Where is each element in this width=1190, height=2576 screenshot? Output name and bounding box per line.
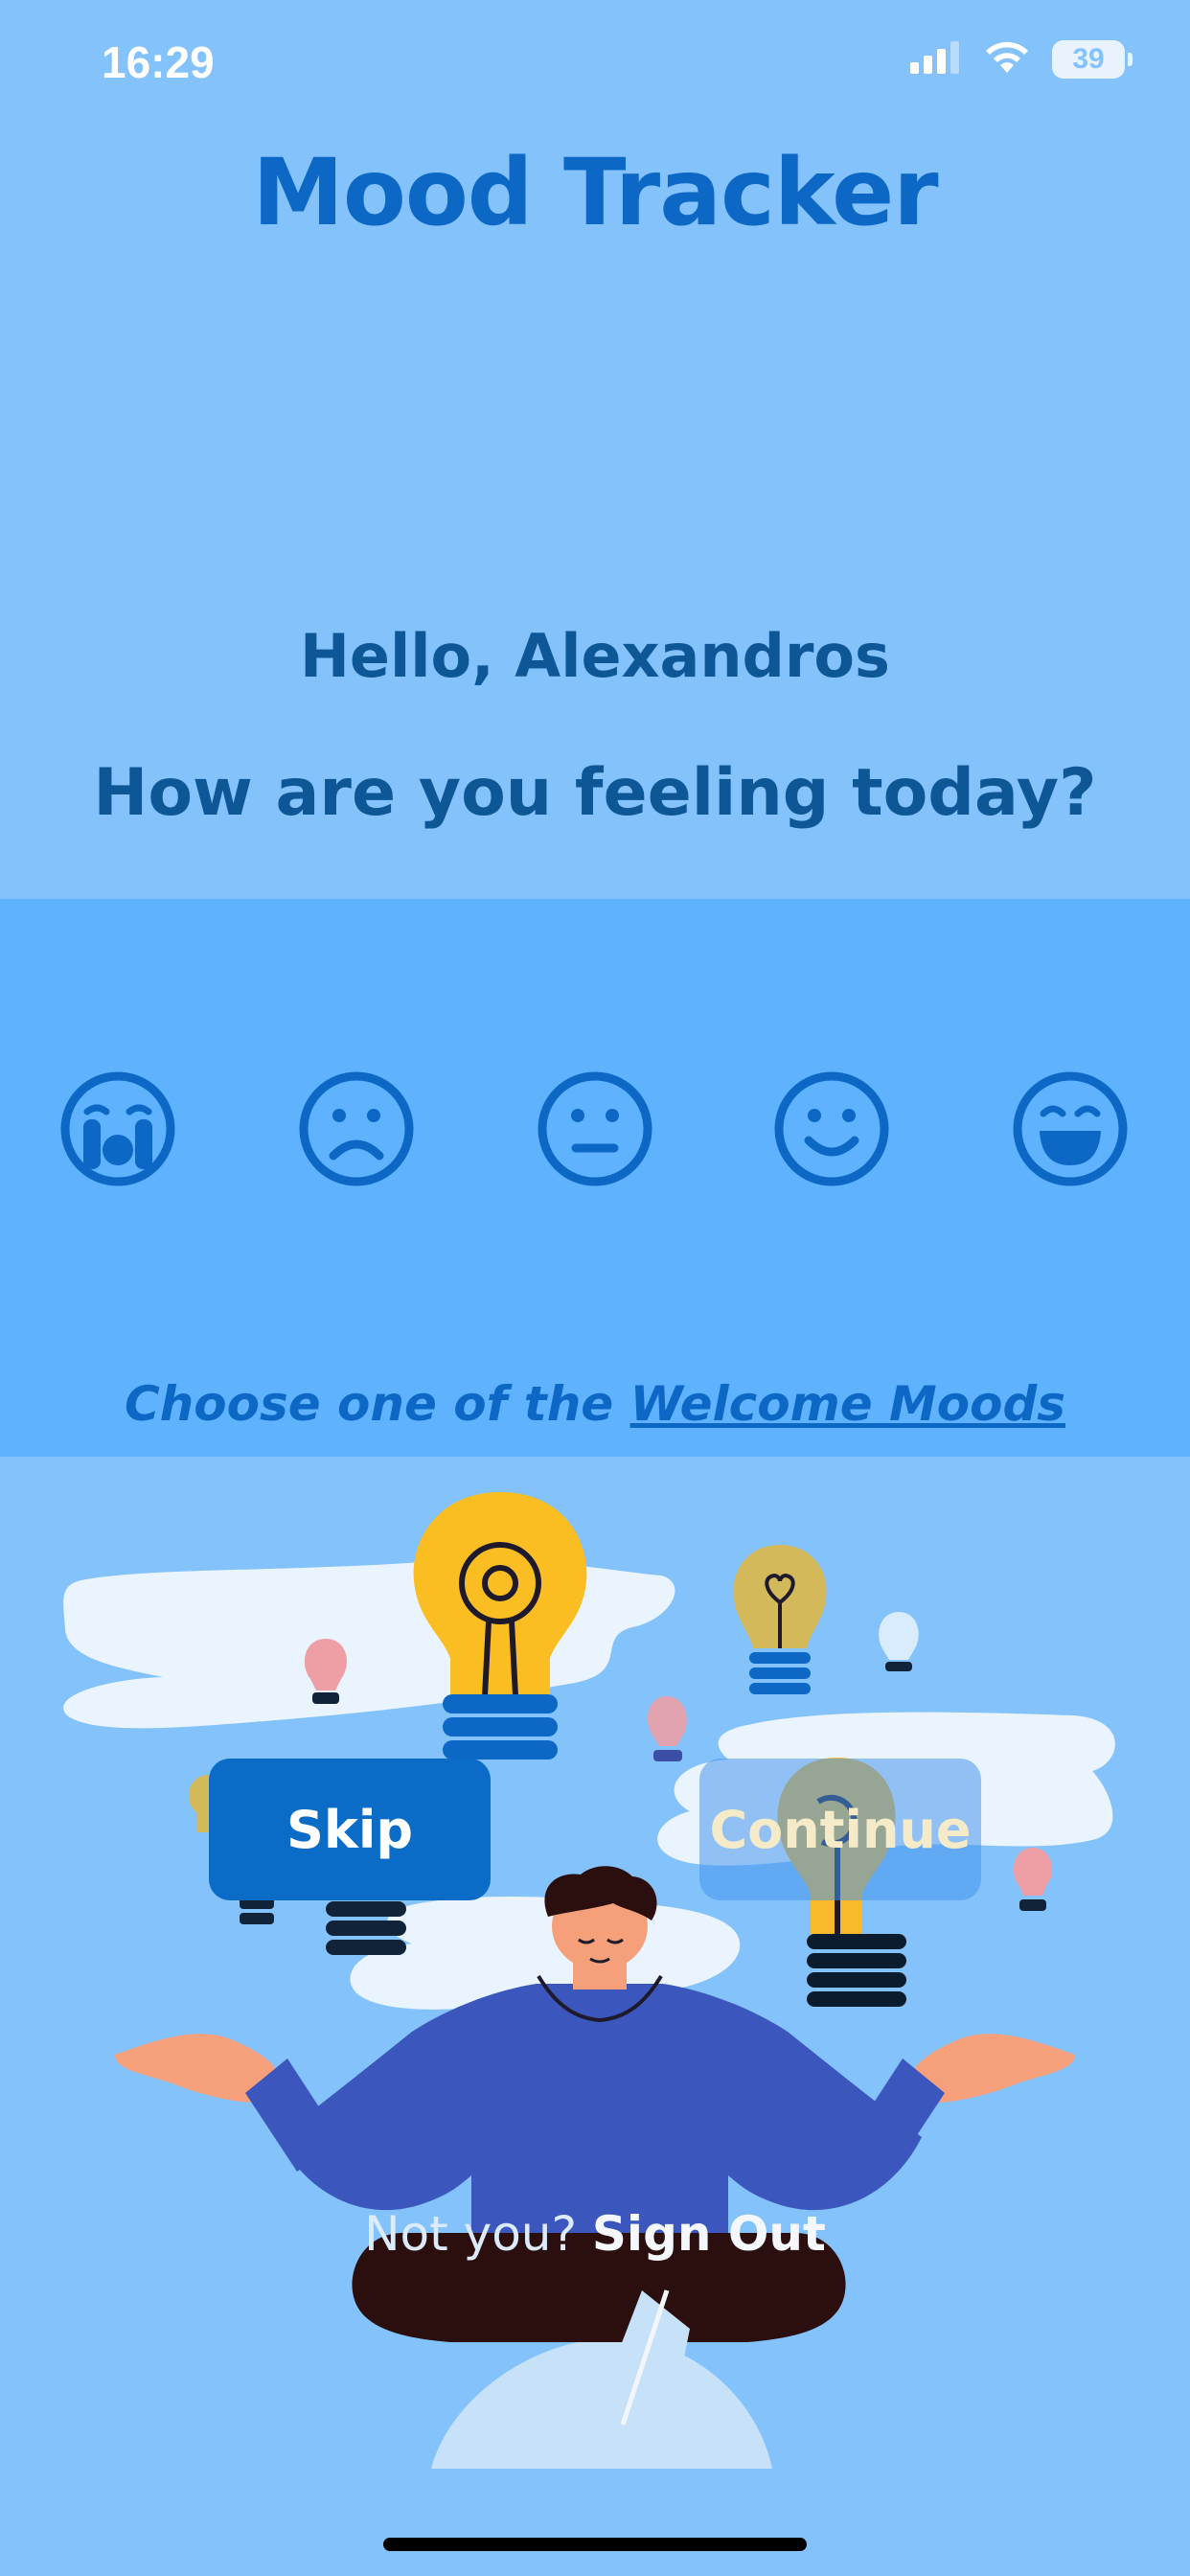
mood-option-neutral[interactable] [536,1070,654,1188]
greeting-text: Hello, Alexandros [300,621,890,691]
skip-button[interactable]: Skip [209,1759,491,1900]
status-time: 16:29 [102,37,215,87]
gear-bulb-icon [413,1492,587,1760]
mood-option-happy[interactable] [772,1070,891,1188]
choose-mood-prefix: Choose one of the [124,1376,630,1432]
mood-option-very-happy[interactable] [1011,1070,1130,1188]
grinning-face-icon [1013,1071,1128,1186]
app-title: Mood Tracker [252,139,938,246]
status-icons: 39 [910,40,1133,79]
not-you-text: Not you? [364,2206,592,2262]
continue-button[interactable]: Continue [699,1759,981,1900]
choose-mood-hint: Choose one of the Welcome Moods [0,1376,1190,1432]
mood-option-crying[interactable] [58,1070,177,1188]
welcome-moods-link[interactable]: Welcome Moods [630,1376,1065,1432]
wifi-icon [983,40,1031,79]
battery-icon: 39 [1052,40,1133,79]
frowning-face-icon [299,1071,414,1186]
status-bar: 16:29 39 [0,0,1190,125]
sign-out-link[interactable]: Sign Out [592,2206,826,2262]
mood-question: How are you feeling today? [93,755,1097,831]
meditation-illustration [63,1492,1115,2469]
home-indicator[interactable] [383,2538,807,2551]
crying-face-icon [60,1071,175,1186]
heart-bulb-icon [733,1545,827,1694]
meditating-person [115,1866,1075,2469]
mood-option-sad[interactable] [297,1070,416,1188]
smiling-face-icon [774,1071,889,1186]
cellular-signal-icon [910,41,962,78]
neutral-face-icon [538,1071,652,1186]
sign-out-prompt: Not you? Sign Out [0,2206,1190,2262]
